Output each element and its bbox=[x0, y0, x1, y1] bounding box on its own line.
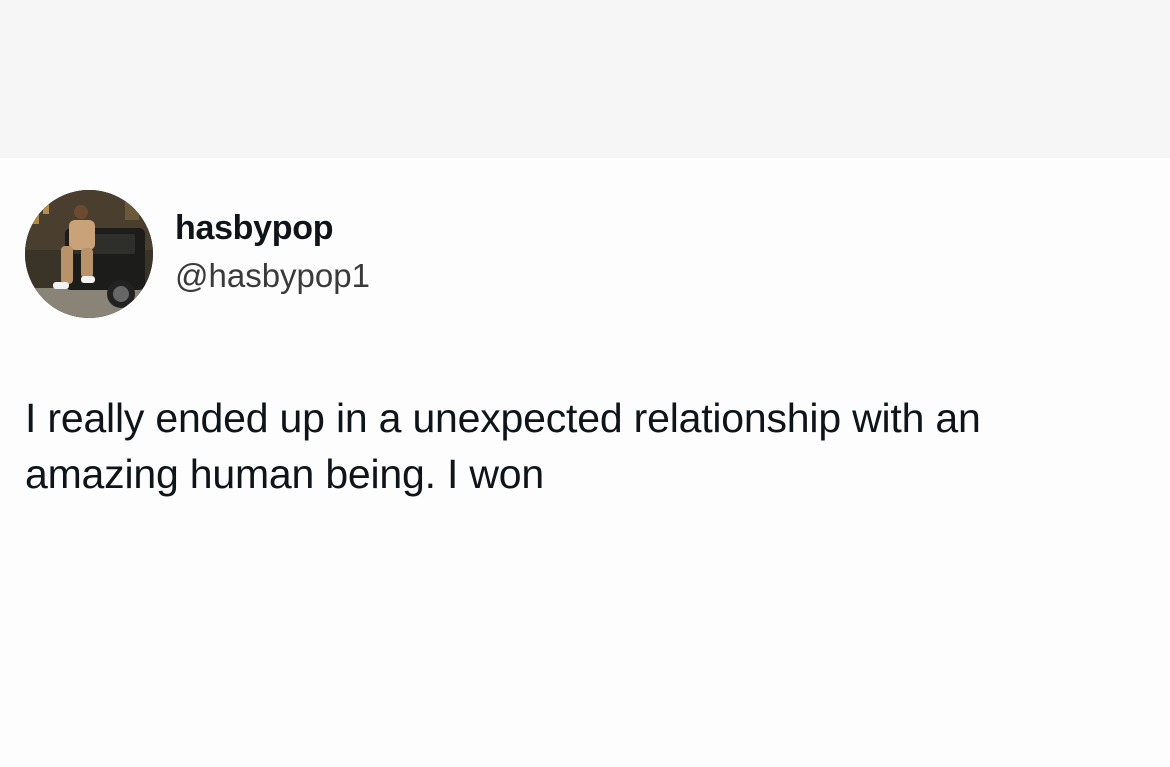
author-identity: hasbypop @hasbypop1 bbox=[175, 208, 370, 296]
display-name[interactable]: hasbypop bbox=[175, 208, 370, 248]
top-band bbox=[0, 0, 1170, 158]
profile-photo-icon bbox=[25, 190, 153, 318]
avatar[interactable] bbox=[25, 190, 153, 318]
tweet-text: I really ended up in a unexpected relati… bbox=[25, 395, 981, 497]
tweet-card: hasbypop @hasbypop1 I really ended up in… bbox=[0, 158, 1170, 767]
user-handle[interactable]: @hasbypop1 bbox=[175, 256, 370, 296]
